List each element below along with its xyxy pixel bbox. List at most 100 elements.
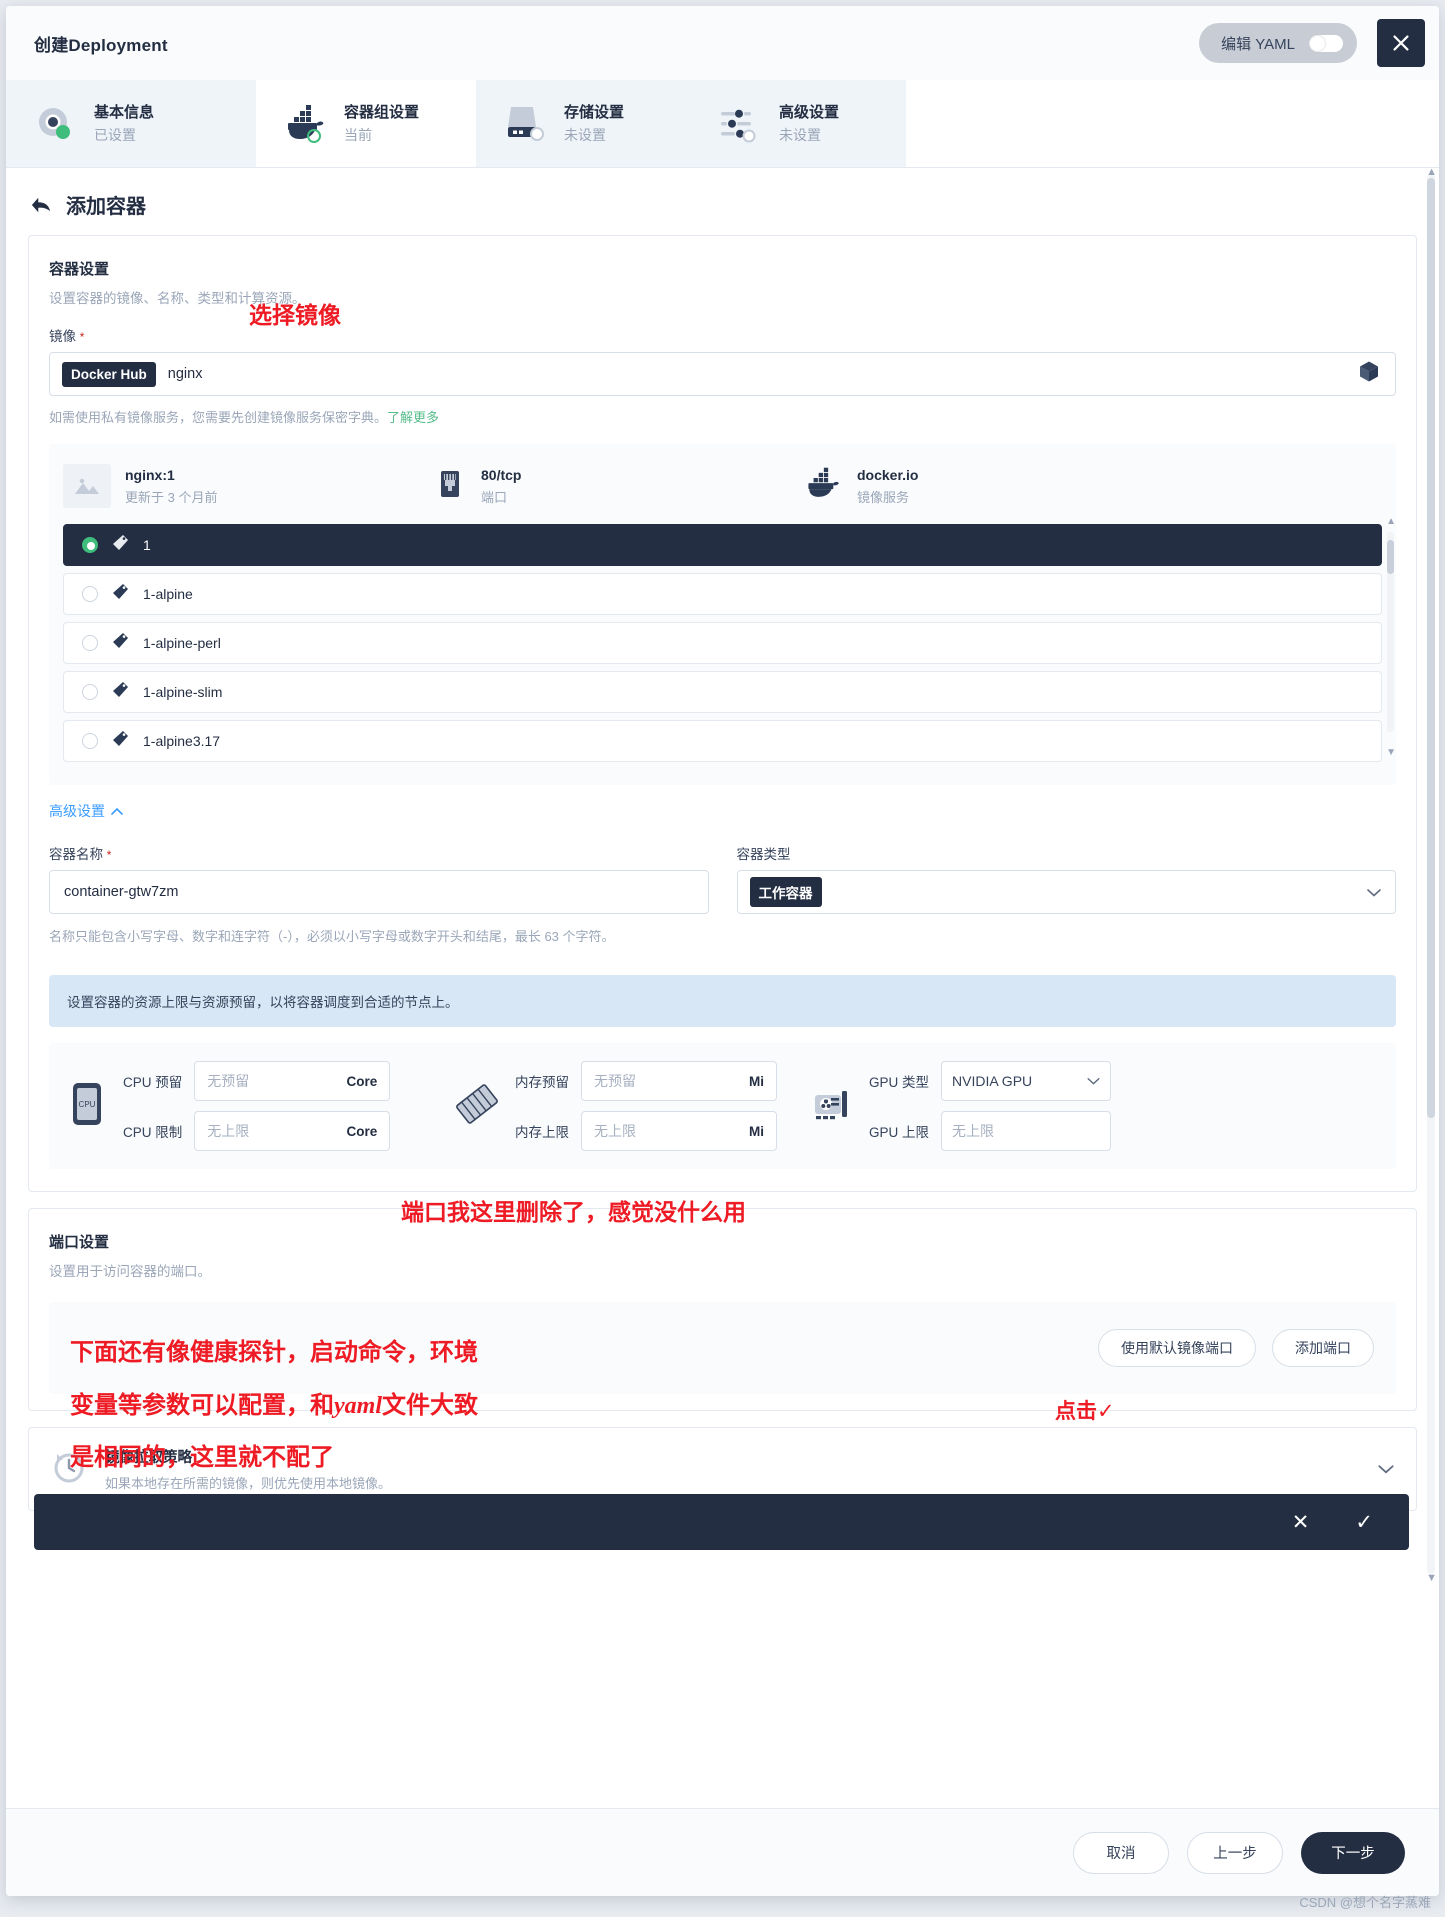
memory-limit-placeholder: 无上限 (594, 1123, 636, 1139)
memory-reserve-input[interactable]: 无预留 Mi (581, 1061, 777, 1101)
gpu-resource-group: GPU 类型 NVIDIA GPU GPU 上限 无上限 (811, 1061, 1112, 1151)
target-icon (32, 102, 78, 146)
image-input[interactable]: Docker Hub nginx (49, 352, 1396, 396)
tag-name: 1-alpine (143, 586, 193, 602)
tag-scroll-down-arrow[interactable]: ▼ (1386, 747, 1396, 758)
meta-sub: 镜像服务 (857, 489, 910, 505)
cpu-limit-input[interactable]: 无上限 Core (194, 1111, 391, 1151)
check-icon[interactable]: ✓ (1355, 1512, 1373, 1533)
helper-main: 如需使用私有镜像服务，您需要先创建镜像服务保密字典。 (49, 410, 388, 425)
edit-yaml-label: 编辑 YAML (1221, 35, 1295, 53)
memory-limit-input[interactable]: 无上限 Mi (581, 1111, 777, 1151)
storage-icon (502, 103, 548, 145)
gpu-type-select[interactable]: NVIDIA GPU (941, 1061, 1112, 1101)
modal-body: ▲ ▼ 添加容器 容器设置 设置容器的镜像、名称、类型和计算资源。 镜像 * D… (6, 168, 1439, 1588)
tag-name: 1-alpine3.17 (143, 733, 221, 749)
watermark: CSDN @想个名字蒸难 (1299, 1895, 1431, 1910)
gpu-type-label: GPU 类型 (869, 1075, 930, 1090)
meta-title: docker.io (857, 466, 919, 483)
section-desc: 设置容器的镜像、名称、类型和计算资源。 (49, 291, 306, 306)
ports-section-desc: 设置用于访问容器的端口。 (49, 1264, 211, 1279)
cpu-reserve-unit: Core (346, 1073, 378, 1089)
image-helper-text: 如需使用私有镜像服务，您需要先创建镜像服务保密字典。了解更多 (49, 407, 1396, 426)
previous-step-button[interactable]: 上一步 (1187, 1831, 1283, 1874)
clock-arrow-icon (49, 1447, 89, 1492)
section-title: 容器设置 (49, 261, 110, 278)
close-icon[interactable]: ✕ (1292, 1512, 1310, 1533)
header-actions: 编辑 YAML (1199, 6, 1439, 80)
chevron-up-icon (111, 807, 123, 815)
memory-limit-row: 内存上限 无上限 Mi (515, 1111, 777, 1151)
docker-whale-icon (803, 466, 843, 507)
memory-reserve-placeholder: 无预留 (594, 1073, 636, 1089)
tag-icon (112, 583, 129, 605)
cancel-button[interactable]: 取消 (1073, 1831, 1169, 1874)
gpu-icon (811, 1082, 855, 1131)
tag-icon (112, 534, 129, 556)
close-icon (1393, 35, 1409, 51)
cpu-resource-group: CPU CPU 预留 无预留 Core CPU 限制 无上限 Core (65, 1061, 453, 1151)
tag-icon (112, 681, 129, 703)
image-field-label: 镜像 * (49, 325, 1396, 345)
learn-more-link[interactable]: 了解更多 (387, 410, 439, 425)
cpu-reserve-label: CPU 预留 (123, 1075, 183, 1090)
back-arrow-icon[interactable] (30, 195, 52, 215)
step-pod-settings[interactable]: 容器组设置 当前 (256, 80, 476, 167)
container-type-label: 容器类型 (736, 847, 791, 862)
radio-button[interactable] (82, 586, 98, 602)
edit-yaml-toggle[interactable]: 编辑 YAML (1199, 23, 1357, 63)
sliders-icon (717, 103, 763, 145)
scroll-down-arrow[interactable]: ▼ (1426, 1572, 1437, 1584)
wizard-steps: 基本信息 已设置 容器组设置 当前 存储设置 未设置 高级设置 未设置 (6, 80, 1439, 168)
list-item[interactable]: 1-alpine3.17 (63, 720, 1382, 762)
registry-chip: Docker Hub (62, 361, 156, 387)
close-button[interactable] (1377, 19, 1425, 67)
memory-reserve-label: 内存预留 (515, 1075, 569, 1090)
toggle-switch[interactable] (1309, 34, 1343, 52)
memory-resource-group: 内存预留 无预留 Mi 内存上限 无上限 Mi (453, 1061, 811, 1151)
list-item[interactable]: 1 (63, 524, 1382, 566)
resource-settings-panel: CPU CPU 预留 无预留 Core CPU 限制 无上限 Core 内存预留… (49, 1043, 1396, 1169)
radio-button[interactable] (82, 537, 98, 553)
tag-scroll-up-arrow[interactable]: ▲ (1386, 516, 1396, 527)
use-default-image-ports-button[interactable]: 使用默认镜像端口 (1098, 1329, 1256, 1367)
radio-button[interactable] (82, 733, 98, 749)
tag-list-scrollbar[interactable] (1387, 532, 1394, 732)
advanced-settings-label: 高级设置 (49, 803, 105, 819)
list-item[interactable]: 1-alpine-perl (63, 622, 1382, 664)
container-name-note: 名称只能包含小写字母、数字和连字符（-），必须以小写字母或数字开头和结尾，最长 … (49, 929, 615, 944)
step-label: 容器组设置 (344, 103, 420, 121)
add-container-title: 添加容器 (66, 196, 146, 218)
step-basic-info[interactable]: 基本信息 已设置 (6, 80, 256, 167)
advanced-settings-toggle[interactable]: 高级设置 (49, 801, 123, 821)
pull-policy-desc: 如果本地存在所需的镜像，则优先使用本地镜像。 (105, 1476, 392, 1491)
cpu-limit-row: CPU 限制 无上限 Core (123, 1111, 391, 1151)
chevron-down-icon[interactable] (1378, 1464, 1394, 1474)
required-mark: * (106, 848, 112, 862)
image-result-panel: nginx:1 更新于 3 个月前 80/tcp 端口 docker.io 镜像… (49, 444, 1396, 785)
port-settings-card: 端口设置 设置用于访问容器的端口。 使用默认镜像端口 添加端口 (28, 1208, 1417, 1411)
radio-button[interactable] (82, 635, 98, 651)
image-meta-row: nginx:1 更新于 3 个月前 80/tcp 端口 docker.io 镜像… (63, 458, 1382, 514)
step-advanced-settings[interactable]: 高级设置 未设置 (691, 80, 906, 167)
gpu-limit-row: GPU 上限 无上限 (869, 1111, 1112, 1151)
add-port-button[interactable]: 添加端口 (1272, 1329, 1374, 1367)
scrollbar-thumb[interactable] (1427, 178, 1435, 1118)
container-type-select[interactable]: 工作容器 (736, 870, 1396, 914)
container-name-input[interactable]: container-gtw7zm (49, 870, 709, 914)
cpu-reserve-placeholder: 无预留 (207, 1073, 250, 1089)
list-item[interactable]: 1-alpine (63, 573, 1382, 615)
list-item[interactable]: 1-alpine-slim (63, 671, 1382, 713)
gpu-limit-input[interactable]: 无上限 (941, 1111, 1112, 1151)
port-icon (433, 467, 467, 506)
container-type-value: 工作容器 (749, 877, 822, 907)
memory-limit-label: 内存上限 (515, 1125, 569, 1140)
meta-title: 80/tcp (481, 466, 522, 483)
memory-reserve-unit: Mi (749, 1073, 764, 1089)
step-storage-settings[interactable]: 存储设置 未设置 (476, 80, 691, 167)
cpu-reserve-input[interactable]: 无预留 Core (194, 1061, 391, 1101)
meta-sub: 端口 (481, 489, 508, 505)
next-step-button[interactable]: 下一步 (1301, 1831, 1405, 1874)
scroll-up-arrow[interactable]: ▲ (1426, 168, 1437, 178)
radio-button[interactable] (82, 684, 98, 700)
